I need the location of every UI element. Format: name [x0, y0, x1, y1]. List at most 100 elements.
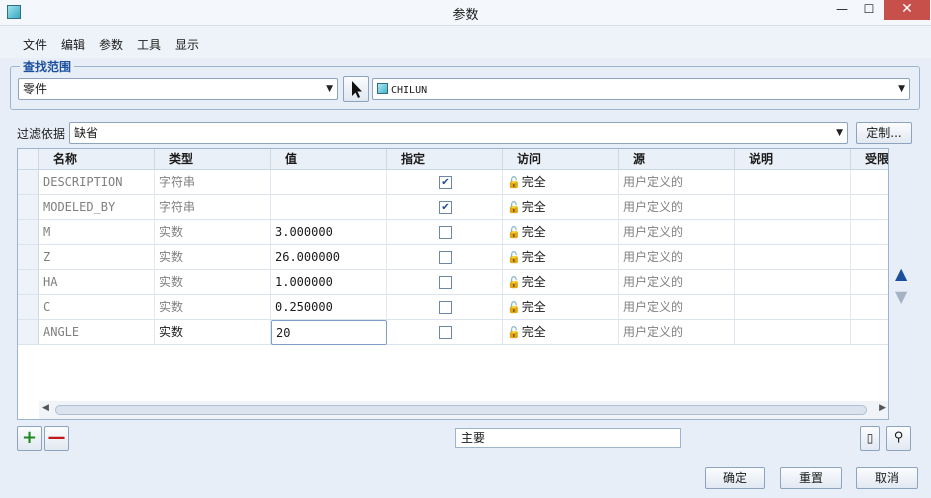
designate-checkbox[interactable]: ✔ [439, 176, 452, 189]
restricted-cell[interactable] [851, 245, 888, 270]
parameter-type-cell[interactable]: 实数 [155, 270, 271, 295]
designate-checkbox[interactable] [439, 276, 452, 289]
scrollbar-thumb[interactable] [55, 405, 867, 415]
scope-type-dropdown[interactable]: 零件 ▼ [18, 78, 338, 100]
row-header[interactable] [18, 245, 39, 269]
scroll-left-icon[interactable]: ◀ [42, 403, 49, 413]
parameter-name-cell[interactable]: DESCRIPTION [39, 170, 155, 195]
parameter-value-cell[interactable]: 20 [271, 320, 387, 345]
move-up-icon[interactable]: ▲ [895, 264, 907, 283]
parameter-value-cell[interactable]: 3.000000 [271, 220, 387, 245]
source-cell[interactable]: 用户定义的 [619, 295, 735, 320]
source-cell[interactable]: 用户定义的 [619, 245, 735, 270]
add-parameter-button[interactable]: + [17, 426, 42, 451]
column-header-name[interactable]: 名称 [39, 149, 155, 170]
restricted-cell[interactable] [851, 270, 888, 295]
scroll-right-icon[interactable]: ▶ [879, 403, 886, 413]
select-model-button[interactable] [343, 76, 369, 102]
main-field[interactable]: 主要 [455, 428, 681, 448]
access-cell[interactable]: 🔓完全 [503, 295, 619, 320]
source-cell[interactable]: 用户定义的 [619, 220, 735, 245]
parameter-type-cell[interactable]: 字符串 [155, 170, 271, 195]
table-row[interactable]: M 实数 3.000000 🔓完全 用户定义的 [18, 220, 888, 245]
reset-button[interactable]: 重置 [780, 467, 842, 489]
binoculars-icon[interactable]: ⚲ [886, 426, 911, 451]
parameter-type-cell[interactable]: 实数 [155, 320, 271, 345]
parameter-type-cell[interactable]: 实数 [155, 295, 271, 320]
close-button[interactable]: ✕ [884, 0, 930, 20]
column-header-description[interactable]: 说明 [735, 149, 851, 170]
column-header-type[interactable]: 类型 [155, 149, 271, 170]
parameter-type-cell[interactable]: 实数 [155, 245, 271, 270]
horizontal-scrollbar[interactable]: ◀ ▶ [39, 401, 888, 419]
parameter-name-cell[interactable]: M [39, 220, 155, 245]
maximize-button[interactable]: ☐ [856, 0, 882, 20]
remove-parameter-button[interactable]: — [44, 426, 69, 451]
restricted-cell[interactable] [851, 320, 888, 345]
menu-edit[interactable]: 编辑 [61, 36, 85, 53]
ok-button[interactable]: 确定 [705, 467, 765, 489]
row-header[interactable] [18, 295, 39, 319]
description-cell[interactable] [735, 320, 851, 345]
access-cell[interactable]: 🔓完全 [503, 320, 619, 345]
table-row[interactable]: DESCRIPTION 字符串 ✔ 🔓完全 用户定义的 [18, 170, 888, 195]
menu-display[interactable]: 显示 [175, 36, 199, 53]
description-cell[interactable] [735, 295, 851, 320]
source-cell[interactable]: 用户定义的 [619, 320, 735, 345]
column-header-restricted[interactable]: 受限 [851, 149, 888, 170]
access-cell[interactable]: 🔓完全 [503, 245, 619, 270]
source-cell[interactable]: 用户定义的 [619, 170, 735, 195]
parameter-value-cell[interactable]: 0.250000 [271, 295, 387, 320]
column-header-source[interactable]: 源 [619, 149, 735, 170]
description-cell[interactable] [735, 245, 851, 270]
move-down-icon[interactable]: ▼ [895, 287, 907, 306]
cancel-button[interactable]: 取消 [856, 467, 918, 489]
access-cell[interactable]: 🔓完全 [503, 195, 619, 220]
customize-button[interactable]: 定制... [856, 122, 912, 144]
access-cell[interactable]: 🔓完全 [503, 220, 619, 245]
description-cell[interactable] [735, 270, 851, 295]
restricted-cell[interactable] [851, 170, 888, 195]
column-header-designate[interactable]: 指定 [387, 149, 503, 170]
parameter-value-cell[interactable]: 26.000000 [271, 245, 387, 270]
source-cell[interactable]: 用户定义的 [619, 195, 735, 220]
designate-checkbox[interactable] [439, 301, 452, 314]
parameter-name-cell[interactable]: ANGLE [39, 320, 155, 345]
restricted-cell[interactable] [851, 295, 888, 320]
restricted-cell[interactable] [851, 220, 888, 245]
parameter-type-cell[interactable]: 字符串 [155, 195, 271, 220]
parameter-name-cell[interactable]: HA [39, 270, 155, 295]
model-dropdown[interactable]: CHILUN ▼ [372, 78, 910, 100]
table-row[interactable]: Z 实数 26.000000 🔓完全 用户定义的 [18, 245, 888, 270]
parameter-name-cell[interactable]: MODELED_BY [39, 195, 155, 220]
parameter-value-cell[interactable]: 1.000000 [271, 270, 387, 295]
table-row[interactable]: HA 实数 1.000000 🔓完全 用户定义的 [18, 270, 888, 295]
row-header[interactable] [18, 195, 39, 219]
access-cell[interactable]: 🔓完全 [503, 270, 619, 295]
parameter-value-cell[interactable] [271, 195, 387, 220]
menu-tools[interactable]: 工具 [137, 36, 161, 53]
parameter-name-cell[interactable]: Z [39, 245, 155, 270]
table-row[interactable]: C 实数 0.250000 🔓完全 用户定义的 [18, 295, 888, 320]
description-cell[interactable] [735, 170, 851, 195]
description-cell[interactable] [735, 195, 851, 220]
minimize-button[interactable]: — [828, 0, 856, 20]
row-header[interactable] [18, 320, 39, 344]
parameter-name-cell[interactable]: C [39, 295, 155, 320]
parameter-type-cell[interactable]: 实数 [155, 220, 271, 245]
designate-checkbox[interactable] [439, 326, 452, 339]
table-row[interactable]: ANGLE 实数 20 🔓完全 用户定义的 [18, 320, 888, 345]
info-icon[interactable]: ▯ [860, 426, 880, 451]
description-cell[interactable] [735, 220, 851, 245]
filter-dropdown[interactable]: 缺省 ▼ [69, 122, 848, 144]
table-row[interactable]: MODELED_BY 字符串 ✔ 🔓完全 用户定义的 [18, 195, 888, 220]
column-header-access[interactable]: 访问 [503, 149, 619, 170]
designate-checkbox[interactable] [439, 226, 452, 239]
menu-parameters[interactable]: 参数 [99, 36, 123, 53]
column-header-value[interactable]: 值 [271, 149, 387, 170]
parameter-value-cell[interactable] [271, 170, 387, 195]
access-cell[interactable]: 🔓完全 [503, 170, 619, 195]
row-header[interactable] [18, 220, 39, 244]
menu-file[interactable]: 文件 [23, 36, 47, 53]
designate-checkbox[interactable]: ✔ [439, 201, 452, 214]
